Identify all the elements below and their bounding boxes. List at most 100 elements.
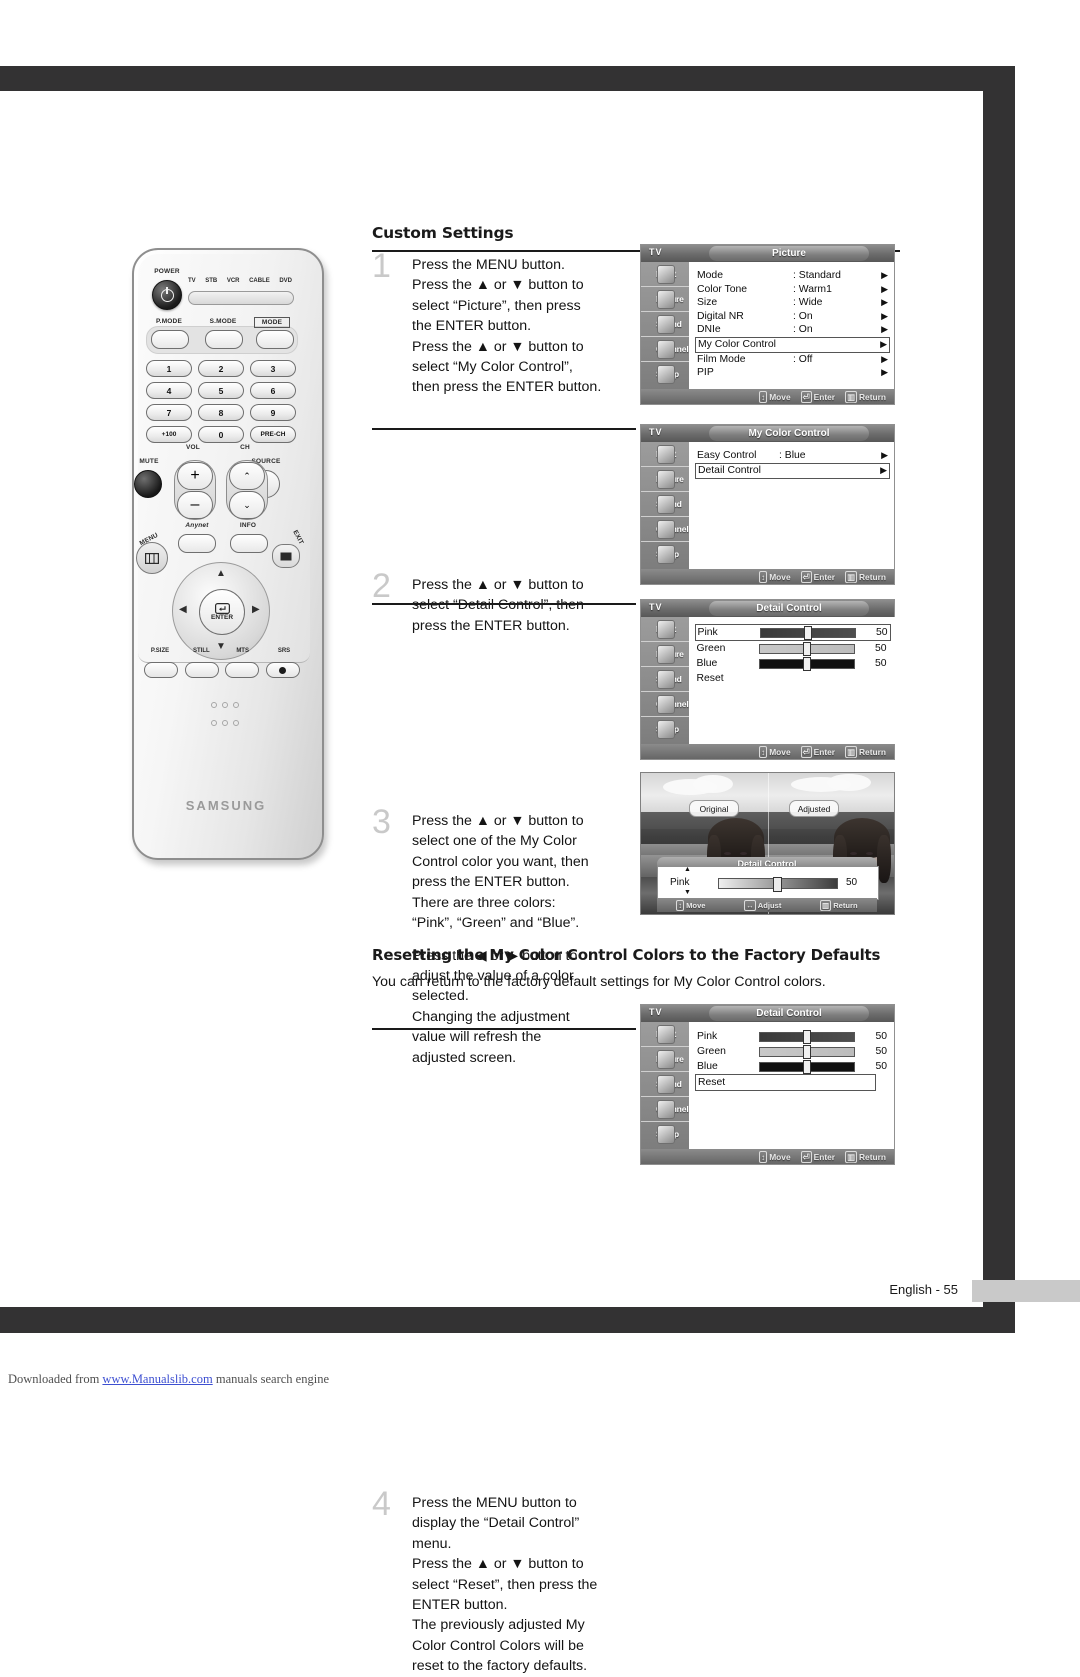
enter-button[interactable]: ENTER: [199, 589, 245, 635]
menu-row-size[interactable]: Size: Wide ▶: [697, 296, 888, 310]
menu-row-color-tone[interactable]: Color Tone: Warm1 ▶: [697, 283, 888, 297]
sidebar-item-setup[interactable]: Setup: [641, 542, 689, 566]
slider-row-blue[interactable]: Blue 50: [697, 1059, 888, 1074]
slider-row-pink[interactable]: Pink 50: [694, 624, 891, 641]
sidebar-item-picture[interactable]: Picture: [641, 642, 689, 667]
sidebar-item-input[interactable]: Input: [641, 617, 689, 642]
osd-detail-control-reset-menu[interactable]: TV Detail Control Input Picture Sound Ch…: [640, 1004, 895, 1165]
volume-down-button[interactable]: –: [177, 491, 213, 519]
sidebar-item-channel[interactable]: Channel: [641, 692, 689, 717]
sidebar-item-setup[interactable]: Setup: [641, 362, 689, 386]
smode-button[interactable]: [205, 330, 243, 349]
key-2[interactable]: 2: [198, 360, 244, 377]
slider-track-blue[interactable]: [758, 657, 855, 671]
key-3[interactable]: 3: [250, 360, 296, 377]
slider-knob[interactable]: [803, 1030, 812, 1044]
manualslib-link[interactable]: www.Manualslib.com: [102, 1372, 212, 1386]
anynet-button[interactable]: [178, 534, 216, 553]
sidebar-item-input[interactable]: Input: [641, 442, 689, 467]
sidebar-item-input[interactable]: Input: [641, 262, 689, 287]
sidebar-item-sound[interactable]: Sound: [641, 1072, 689, 1097]
slider-knob[interactable]: [803, 1060, 812, 1074]
osd-sidebar[interactable]: Input Picture Sound Channel Setup: [641, 262, 689, 389]
menu-row-pip[interactable]: PIP ▶: [697, 366, 888, 380]
info-button[interactable]: [230, 534, 268, 553]
slider-knob[interactable]: [803, 1045, 812, 1059]
key-1[interactable]: 1: [146, 360, 192, 377]
sidebar-item-input[interactable]: Input: [641, 1022, 689, 1047]
sidebar-item-sound[interactable]: Sound: [641, 492, 689, 517]
channel-up-button[interactable]: ⌃: [229, 462, 265, 490]
slider-row-pink[interactable]: Pink 50: [697, 1029, 888, 1044]
sidebar-item-sound[interactable]: Sound: [641, 667, 689, 692]
psize-button[interactable]: [144, 662, 178, 678]
menu-row-reset[interactable]: Reset: [697, 671, 889, 686]
key-8[interactable]: 8: [198, 404, 244, 421]
mts-button[interactable]: [225, 662, 260, 678]
slider-row-green[interactable]: Green 50: [697, 1044, 888, 1059]
key-5[interactable]: 5: [198, 382, 244, 399]
menu-button[interactable]: [136, 542, 168, 574]
dpad-left-arrow-icon[interactable]: ◀: [179, 605, 187, 615]
volume-up-button[interactable]: +: [177, 462, 213, 490]
key-prech[interactable]: PRE-CH: [250, 426, 296, 443]
exit-button[interactable]: [272, 544, 300, 568]
sidebar-item-setup[interactable]: Setup: [641, 1122, 689, 1146]
menu-row-film-mode[interactable]: Film Mode: Off ▶: [697, 353, 888, 367]
power-button[interactable]: [152, 280, 182, 310]
preview-slider-track[interactable]: [718, 876, 838, 892]
menu-row-detail-control[interactable]: Detail Control ▶: [695, 462, 890, 479]
osd-detail-control-menu[interactable]: TV Detail Control Input Picture Sound Ch…: [640, 599, 895, 760]
sidebar-item-channel[interactable]: Channel: [641, 517, 689, 542]
channel-rocker[interactable]: ⌃ ⌄: [226, 460, 268, 520]
slider-track-green[interactable]: [758, 642, 855, 656]
volume-rocker[interactable]: + –: [174, 460, 216, 520]
menu-row-reset[interactable]: Reset: [695, 1074, 876, 1091]
slider-track-pink[interactable]: [759, 626, 856, 640]
slider-row-blue[interactable]: Blue 50: [697, 656, 889, 671]
slider-track-pink[interactable]: [759, 1030, 855, 1044]
menu-row-dnie[interactable]: DNIe: On ▶: [697, 323, 888, 337]
srs-button[interactable]: [265, 662, 300, 678]
slider-track-green[interactable]: [759, 1045, 855, 1059]
channel-down-button[interactable]: ⌄: [229, 491, 265, 519]
osd-my-color-control-menu[interactable]: TV My Color Control Input Picture Sound …: [640, 424, 895, 585]
osd-sidebar[interactable]: Input Picture Sound Channel Setup: [641, 442, 689, 569]
preview-down-arrow-icon[interactable]: ▼: [684, 889, 691, 896]
mode-button[interactable]: [256, 330, 294, 349]
slider-track-blue[interactable]: [759, 1060, 855, 1074]
pmode-button[interactable]: [151, 330, 189, 349]
sidebar-item-setup[interactable]: Setup: [641, 717, 689, 741]
sidebar-item-channel[interactable]: Channel: [641, 1097, 689, 1122]
sidebar-item-picture[interactable]: Picture: [641, 467, 689, 492]
sidebar-item-channel[interactable]: Channel: [641, 337, 689, 362]
menu-row-my-color-control[interactable]: My Color Control ▶: [695, 336, 890, 353]
key-6[interactable]: 6: [250, 382, 296, 399]
menu-row-easy-control[interactable]: Easy Control: Blue ▶: [697, 449, 888, 463]
still-button[interactable]: [184, 662, 219, 678]
menu-row-digital-nr[interactable]: Digital NR: On ▶: [697, 310, 888, 324]
osd-sidebar[interactable]: Input Picture Sound Channel Setup: [641, 617, 689, 744]
slider-knob[interactable]: [803, 626, 812, 640]
slider-knob[interactable]: [802, 642, 811, 656]
sidebar-item-picture[interactable]: Picture: [641, 1047, 689, 1072]
sidebar-item-picture[interactable]: Picture: [641, 287, 689, 312]
preview-up-arrow-icon[interactable]: ▲: [684, 866, 691, 873]
key-0[interactable]: 0: [198, 426, 244, 443]
slider-knob[interactable]: [802, 657, 811, 671]
direction-pad[interactable]: ▲ ▼ ◀ ▶ ENTER: [172, 562, 270, 660]
slider-row-green[interactable]: Green 50: [697, 641, 889, 656]
dpad-up-arrow-icon[interactable]: ▲: [216, 569, 226, 579]
key-plus100[interactable]: +100: [146, 426, 192, 443]
key-7[interactable]: 7: [146, 404, 192, 421]
dpad-right-arrow-icon[interactable]: ▶: [252, 605, 260, 615]
device-selector-bar[interactable]: [188, 291, 294, 305]
osd-picture-menu[interactable]: TV Picture Input Picture Sound Channel S…: [640, 244, 895, 405]
key-9[interactable]: 9: [250, 404, 296, 421]
mute-button[interactable]: [134, 470, 162, 498]
sidebar-item-sound[interactable]: Sound: [641, 312, 689, 337]
preview-slider-knob[interactable]: [773, 876, 783, 892]
osd-sidebar[interactable]: Input Picture Sound Channel Setup: [641, 1022, 689, 1149]
menu-row-mode[interactable]: Mode: Standard ▶: [697, 269, 888, 283]
key-4[interactable]: 4: [146, 382, 192, 399]
